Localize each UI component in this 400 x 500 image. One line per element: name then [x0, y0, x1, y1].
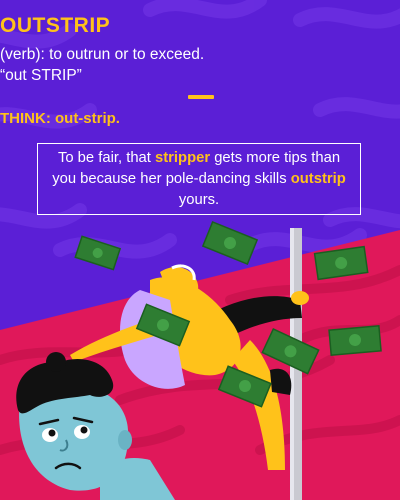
vocab-card: OUTSTRIP (verb): to outrun or to exceed.…: [0, 0, 400, 500]
illustration: [16, 220, 382, 500]
